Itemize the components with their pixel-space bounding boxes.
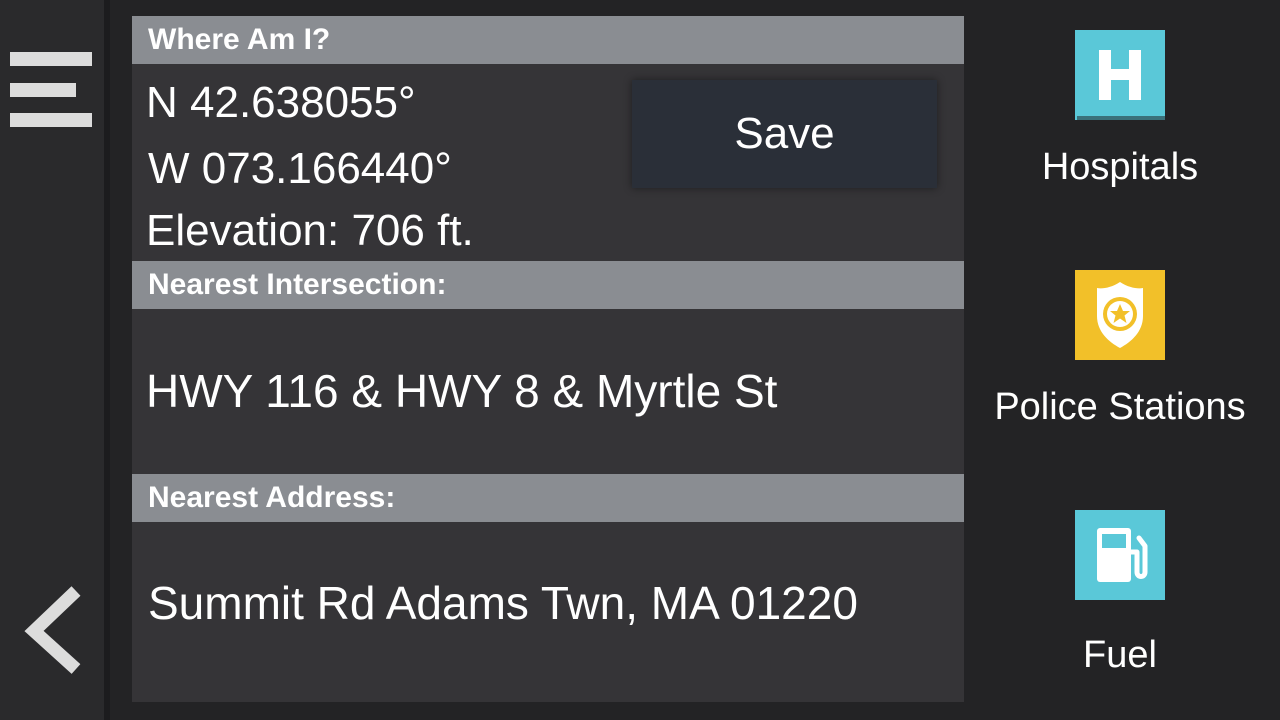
menu-bar xyxy=(10,113,92,127)
where-am-i-header: Where Am I? xyxy=(132,16,964,64)
police-badge-icon xyxy=(1075,270,1165,360)
left-nav-rail xyxy=(0,0,110,720)
nearest-address-header: Nearest Address: xyxy=(132,474,964,522)
poi-police-stations[interactable]: Police Stations xyxy=(970,270,1270,429)
elevation-text: Elevation: 706 ft. xyxy=(146,206,474,255)
longitude-text: W 073.166440° xyxy=(148,144,452,193)
poi-hospitals[interactable]: Hospitals xyxy=(970,30,1270,189)
nearest-intersection-value: HWY 116 & HWY 8 & Myrtle St xyxy=(146,365,778,417)
poi-fuel[interactable]: Fuel xyxy=(970,510,1270,677)
where-am-i-screen: Where Am I? N 42.638055° W 073.166440° E… xyxy=(0,0,1280,720)
back-chevron-icon[interactable] xyxy=(20,585,90,675)
poi-label: Hospitals xyxy=(1041,146,1199,188)
hospital-icon xyxy=(1075,30,1165,122)
location-info-panel: Where Am I? N 42.638055° W 073.166440° E… xyxy=(132,16,964,702)
latitude-text: N 42.638055° xyxy=(146,78,416,127)
fuel-pump-icon xyxy=(1075,510,1165,600)
menu-bar xyxy=(10,52,92,66)
nearest-address-value: Summit Rd Adams Twn, MA 01220 xyxy=(148,577,858,629)
poi-label: Fuel xyxy=(1083,634,1157,676)
poi-label: Police Stations xyxy=(994,386,1246,428)
nearest-intersection-header: Nearest Intersection: xyxy=(132,261,964,309)
hamburger-menu-icon[interactable] xyxy=(10,52,92,130)
menu-bar xyxy=(10,83,76,97)
save-button[interactable]: Save xyxy=(632,80,937,188)
